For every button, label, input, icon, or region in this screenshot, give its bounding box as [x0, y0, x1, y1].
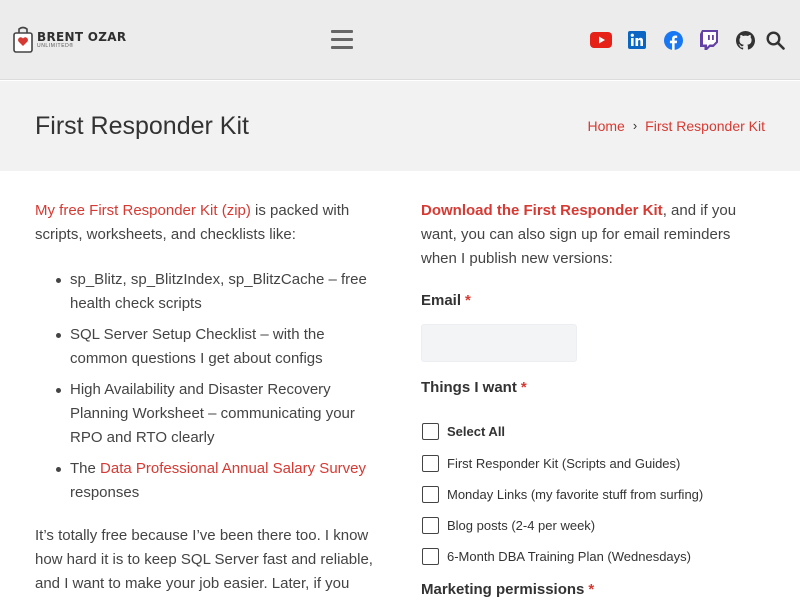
page-title: First Responder Kit	[35, 112, 249, 140]
email-field[interactable]	[421, 324, 577, 362]
twitch-icon[interactable]	[698, 29, 720, 51]
list-item-prefix: The	[70, 460, 101, 477]
site-header: BRENT OZAR UNLIMITED®	[0, 0, 800, 80]
list-item: SQL Server Setup Checklist – with the co…	[56, 323, 380, 371]
breadcrumb-home-link[interactable]: Home	[587, 117, 624, 135]
things-i-want-label: Things I want *	[421, 379, 527, 396]
checkbox-label: Monday Links (my favorite stuff from sur…	[447, 486, 704, 502]
search-icon[interactable]	[764, 29, 786, 51]
logo-text: BRENT OZAR	[37, 30, 127, 44]
first-responder-kit-zip-link[interactable]: My free First Responder Kit (zip)	[35, 202, 251, 219]
list-item: sp_Blitz, sp_BlitzIndex, sp_BlitzCache –…	[56, 268, 380, 316]
breadcrumb: Home › First Responder Kit	[587, 117, 765, 135]
checkbox-first-responder-kit[interactable]: First Responder Kit (Scripts and Guides)	[422, 455, 680, 472]
download-kit-link[interactable]: Download the First Responder Kit	[421, 202, 663, 219]
left-column: My free First Responder Kit (zip) is pac…	[35, 199, 380, 596]
checkbox[interactable]	[422, 548, 439, 565]
required-marker: *	[588, 581, 595, 598]
checkbox-monday-links[interactable]: Monday Links (my favorite stuff from sur…	[422, 486, 703, 503]
checkbox-blog-posts[interactable]: Blog posts (2-4 per week)	[422, 517, 595, 534]
list-item: High Availability and Disaster Recovery …	[56, 378, 380, 450]
list-item-suffix: responses	[70, 484, 140, 501]
intro-paragraph: My free First Responder Kit (zip) is pac…	[35, 199, 380, 247]
marketing-permissions-label: Marketing permissions *	[421, 581, 595, 598]
checkbox-label: Blog posts (2-4 per week)	[447, 517, 596, 533]
linkedin-icon[interactable]	[626, 29, 648, 51]
salary-survey-link[interactable]: Data Professional Annual Salary Survey	[100, 460, 366, 477]
chevron-right-icon: ›	[632, 118, 638, 133]
feature-list: sp_Blitz, sp_BlitzIndex, sp_BlitzCache –…	[35, 268, 380, 505]
brent-ozar-logo[interactable]: BRENT OZAR UNLIMITED®	[13, 24, 126, 56]
required-marker: *	[520, 379, 527, 396]
checkbox-select-all[interactable]: Select All	[422, 423, 505, 440]
checkbox-label: 6-Month DBA Training Plan (Wednesdays)	[447, 548, 691, 564]
logo-subtext: UNLIMITED®	[37, 43, 74, 49]
checkbox-dba-training-plan[interactable]: 6-Month DBA Training Plan (Wednesdays)	[422, 548, 691, 565]
github-icon[interactable]	[734, 29, 756, 51]
signup-intro-paragraph: Download the First Responder Kit, and if…	[421, 199, 766, 271]
menu-icon[interactable]	[331, 30, 353, 50]
youtube-icon[interactable]	[590, 29, 612, 51]
breadcrumb-current-link[interactable]: First Responder Kit	[645, 117, 765, 135]
free-explanation-paragraph: It’s totally free because I’ve been ther…	[35, 527, 373, 592]
signup-intro: Download the First Responder Kit, and if…	[421, 199, 766, 271]
checkbox-label: Select All	[447, 423, 506, 439]
checkbox[interactable]	[422, 517, 439, 534]
checkbox[interactable]	[422, 455, 439, 472]
checkbox[interactable]	[422, 423, 439, 440]
checkbox-label: First Responder Kit (Scripts and Guides)	[447, 455, 681, 471]
checkbox[interactable]	[422, 486, 439, 503]
facebook-icon[interactable]	[662, 29, 684, 51]
logo-mark-icon	[13, 26, 33, 54]
list-item: The Data Professional Annual Salary Surv…	[56, 457, 380, 505]
email-label: Email *	[421, 292, 471, 309]
required-marker: *	[465, 292, 471, 309]
